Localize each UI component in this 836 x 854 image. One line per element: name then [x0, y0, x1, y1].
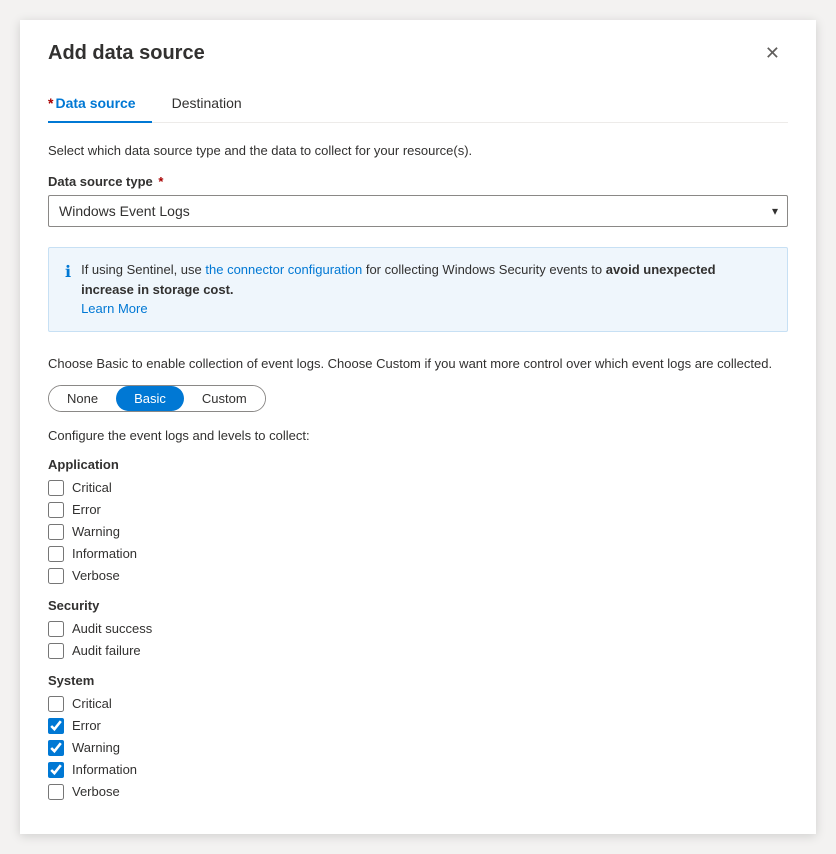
sys-verbose-checkbox[interactable] — [48, 784, 64, 800]
system-heading: System — [48, 673, 788, 688]
data-source-type-select[interactable]: Windows Event Logs Linux Syslog Performa… — [48, 195, 788, 227]
app-information-label[interactable]: Information — [72, 546, 137, 561]
choose-description: Choose Basic to enable collection of eve… — [48, 356, 788, 371]
configure-label: Configure the event logs and levels to c… — [48, 428, 788, 443]
sys-warning-label[interactable]: Warning — [72, 740, 120, 755]
required-star: * — [48, 95, 53, 111]
sec-audit-success-checkbox[interactable] — [48, 621, 64, 637]
sys-warning-checkbox[interactable] — [48, 740, 64, 756]
sec-audit-success-label[interactable]: Audit success — [72, 621, 152, 636]
app-error-item: Error — [48, 502, 788, 518]
sys-error-label[interactable]: Error — [72, 718, 101, 733]
sys-verbose-item: Verbose — [48, 784, 788, 800]
app-information-item: Information — [48, 546, 788, 562]
security-heading: Security — [48, 598, 788, 613]
app-warning-label[interactable]: Warning — [72, 524, 120, 539]
sys-error-checkbox[interactable] — [48, 718, 64, 734]
info-banner: ℹ If using Sentinel, use the connector c… — [48, 247, 788, 332]
add-data-source-dialog: Add data source ✕ *Data source Destinati… — [20, 20, 816, 834]
app-critical-label[interactable]: Critical — [72, 480, 112, 495]
connector-config-link[interactable]: the connector configuration — [205, 262, 362, 277]
app-verbose-item: Verbose — [48, 568, 788, 584]
sys-information-item: Information — [48, 762, 788, 778]
app-warning-item: Warning — [48, 524, 788, 540]
section-description: Select which data source type and the da… — [48, 143, 788, 158]
sys-warning-item: Warning — [48, 740, 788, 756]
application-heading: Application — [48, 457, 788, 472]
sys-information-checkbox[interactable] — [48, 762, 64, 778]
dialog-header: Add data source ✕ — [48, 40, 788, 66]
system-section: System Critical Error Warning Informatio… — [48, 673, 788, 800]
app-verbose-label[interactable]: Verbose — [72, 568, 120, 583]
app-error-label[interactable]: Error — [72, 502, 101, 517]
seg-btn-custom[interactable]: Custom — [184, 386, 265, 411]
close-button[interactable]: ✕ — [757, 40, 788, 66]
sec-audit-failure-checkbox[interactable] — [48, 643, 64, 659]
sys-critical-label[interactable]: Critical — [72, 696, 112, 711]
sys-information-label[interactable]: Information — [72, 762, 137, 777]
dialog-title: Add data source — [48, 42, 205, 65]
tab-data-source[interactable]: *Data source — [48, 87, 152, 123]
data-source-type-wrapper: Windows Event Logs Linux Syslog Performa… — [48, 195, 788, 227]
tab-destination[interactable]: Destination — [172, 87, 258, 123]
application-section: Application Critical Error Warning Infor… — [48, 457, 788, 584]
sys-critical-item: Critical — [48, 696, 788, 712]
app-critical-checkbox[interactable] — [48, 480, 64, 496]
sec-audit-failure-item: Audit failure — [48, 643, 788, 659]
data-source-type-label: Data source type * — [48, 174, 788, 189]
app-information-checkbox[interactable] — [48, 546, 64, 562]
learn-more-link[interactable]: Learn More — [81, 301, 147, 316]
security-section: Security Audit success Audit failure — [48, 598, 788, 659]
sec-audit-failure-label[interactable]: Audit failure — [72, 643, 141, 658]
app-verbose-checkbox[interactable] — [48, 568, 64, 584]
seg-btn-none[interactable]: None — [49, 386, 116, 411]
segmented-control: None Basic Custom — [48, 385, 266, 412]
sys-critical-checkbox[interactable] — [48, 696, 64, 712]
sys-verbose-label[interactable]: Verbose — [72, 784, 120, 799]
info-banner-content: If using Sentinel, use the connector con… — [81, 260, 771, 319]
sys-error-item: Error — [48, 718, 788, 734]
sec-audit-success-item: Audit success — [48, 621, 788, 637]
info-icon: ℹ — [65, 261, 71, 319]
seg-btn-basic[interactable]: Basic — [116, 386, 184, 411]
tabs-bar: *Data source Destination — [48, 86, 788, 123]
app-error-checkbox[interactable] — [48, 502, 64, 518]
app-warning-checkbox[interactable] — [48, 524, 64, 540]
app-critical-item: Critical — [48, 480, 788, 496]
